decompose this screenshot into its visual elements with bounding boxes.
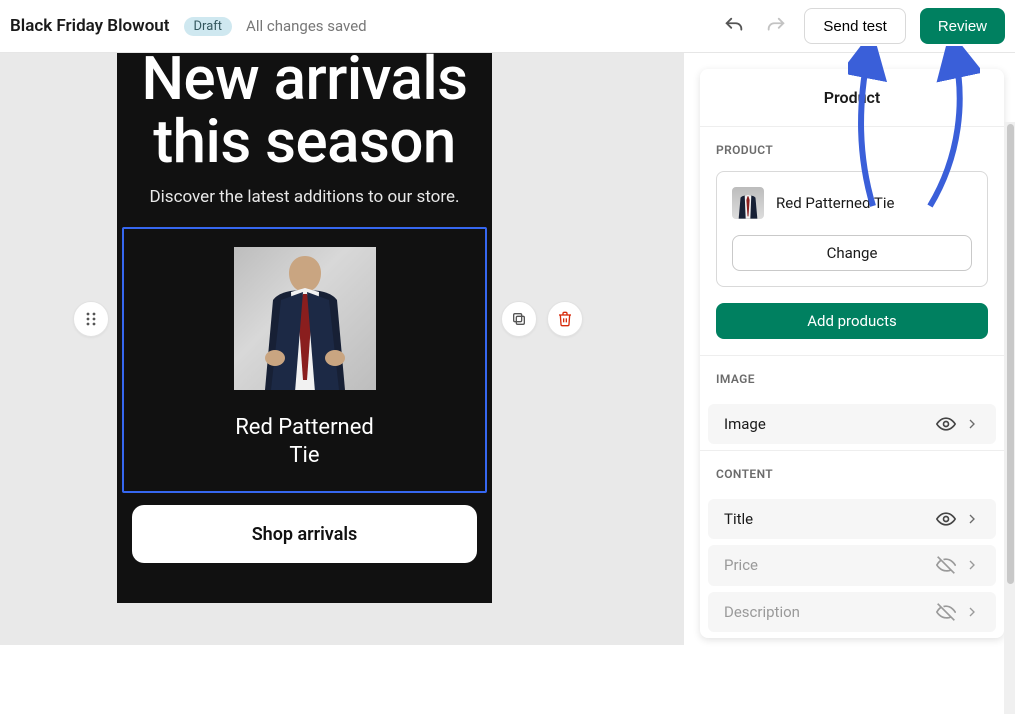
hero-subtitle: Discover the latest additions to our sto… [117, 187, 492, 207]
hidden-icon[interactable] [936, 602, 956, 622]
trash-icon [557, 311, 573, 327]
title-row-label: Title [724, 510, 936, 528]
description-row-label: Description [724, 603, 936, 621]
selected-product-name: Red Patterned Tie [776, 194, 894, 212]
image-row[interactable]: Image [708, 404, 996, 444]
visible-icon[interactable] [936, 414, 956, 434]
drag-handle-icon [83, 311, 99, 327]
product-block-selected[interactable]: Red Patterned Tie [122, 227, 487, 493]
hero-title: New arrivals this season [117, 53, 492, 187]
suit-thumb [734, 187, 762, 219]
chevron-right-icon [964, 511, 980, 527]
scrollbar[interactable] [1004, 122, 1015, 714]
title-row[interactable]: Title [708, 499, 996, 539]
image-row-label: Image [724, 415, 936, 433]
product-thumbnail [732, 187, 764, 219]
duplicate-button[interactable] [501, 301, 537, 337]
image-section-label: IMAGE [716, 372, 988, 386]
inspector-panel: Product PRODUCT Red Patterned Tie Change… [700, 69, 1004, 638]
hidden-icon[interactable] [936, 555, 956, 575]
editor-header: Black Friday Blowout Draft All changes s… [0, 0, 1015, 53]
product-section-label: PRODUCT [716, 143, 988, 157]
scrollbar-thumb[interactable] [1007, 124, 1014, 584]
product-image [234, 247, 376, 390]
redo-button[interactable] [762, 12, 790, 40]
visible-icon[interactable] [936, 509, 956, 529]
status-badge: Draft [184, 17, 233, 36]
email-canvas[interactable]: New arrivals this season Discover the la… [0, 53, 684, 645]
save-status: All changes saved [246, 17, 367, 35]
chevron-right-icon [964, 557, 980, 573]
content-section-label: CONTENT [716, 467, 988, 481]
drag-handle[interactable] [73, 301, 109, 337]
add-products-button[interactable]: Add products [716, 303, 988, 339]
price-row-label: Price [724, 556, 936, 574]
selected-product-card: Red Patterned Tie Change [716, 171, 988, 287]
suit-illustration [245, 250, 365, 390]
chevron-right-icon [964, 416, 980, 432]
undo-button[interactable] [720, 12, 748, 40]
panel-title: Product [700, 69, 1004, 127]
change-product-button[interactable]: Change [732, 235, 972, 271]
chevron-right-icon [964, 604, 980, 620]
send-test-button[interactable]: Send test [804, 8, 905, 44]
email-preview[interactable]: New arrivals this season Discover the la… [117, 53, 492, 603]
duplicate-icon [511, 311, 527, 327]
page-title: Black Friday Blowout [10, 16, 170, 36]
review-button[interactable]: Review [920, 8, 1005, 44]
undo-icon [723, 15, 745, 37]
shop-arrivals-button[interactable]: Shop arrivals [132, 505, 477, 563]
redo-icon [765, 15, 787, 37]
description-row[interactable]: Description [708, 592, 996, 632]
product-title: Red Patterned Tie [225, 414, 385, 469]
price-row[interactable]: Price [708, 545, 996, 585]
delete-button[interactable] [547, 301, 583, 337]
